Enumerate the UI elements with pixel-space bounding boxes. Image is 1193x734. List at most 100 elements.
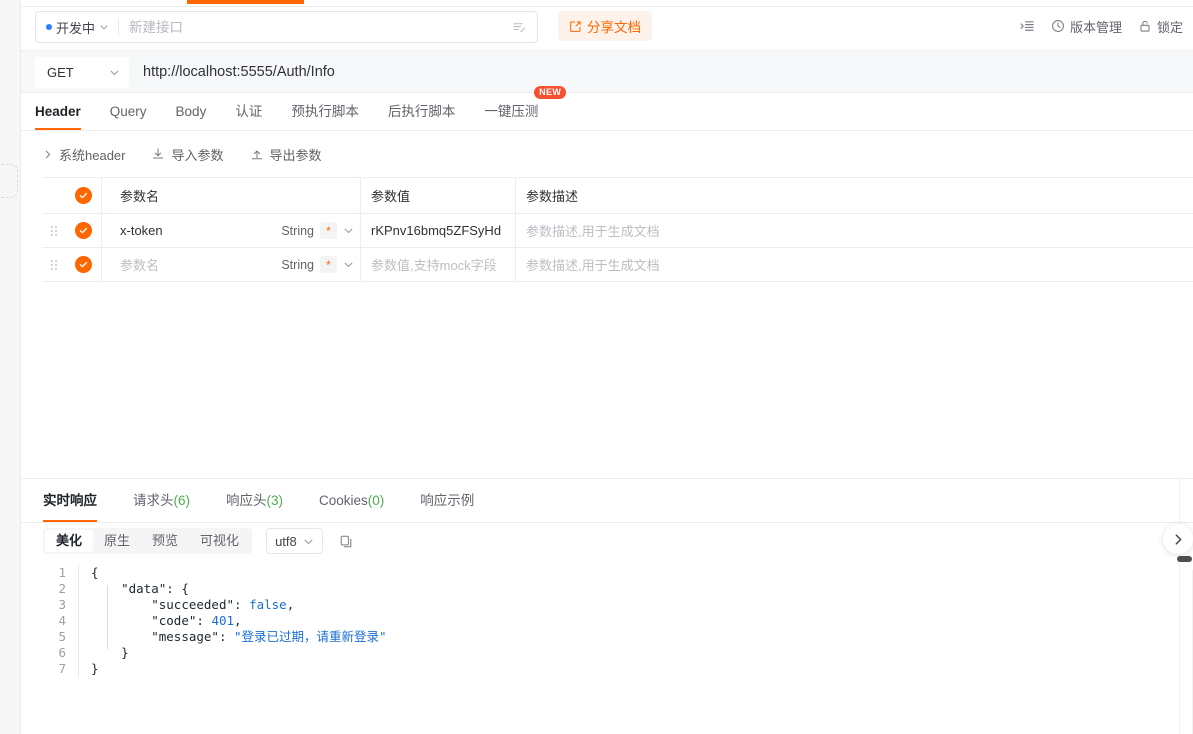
code-line: { (91, 565, 99, 580)
chevron-down-icon[interactable] (343, 225, 354, 236)
tab-header-label: Header (35, 104, 81, 119)
tab-response-headers-count: (3) (266, 493, 284, 508)
row-name-cell[interactable]: 参数名 String * (101, 248, 360, 281)
col-value-label: 参数值 (371, 189, 411, 204)
response-body-viewer[interactable]: 1 2 3 4 5 6 7 { "data": { "succeeded": f… (43, 565, 1179, 734)
select-all-cell (66, 187, 101, 204)
api-description-icon[interactable] (508, 20, 537, 35)
table-row: x-token String * rKPnv16bmq5ZFSyHd 参数描述,… (42, 214, 1193, 248)
request-url[interactable]: http://localhost:5555/Auth/Info (143, 51, 335, 94)
chevron-down-icon (304, 539, 313, 544)
chevron-down-icon (110, 70, 119, 76)
row-type-value: String (281, 257, 314, 272)
api-header: 开发中 分享文档 (21, 8, 1193, 50)
import-params-button[interactable]: 导入参数 (151, 145, 224, 164)
code-line: } (91, 645, 129, 660)
chevron-down-icon[interactable] (343, 259, 354, 270)
view-mode-preview[interactable]: 预览 (141, 530, 189, 552)
tab-cookies-count: (0) (367, 493, 385, 508)
system-header-label: 系统header (59, 147, 126, 163)
api-name-box: 开发中 (35, 11, 538, 43)
tab-realtime-response[interactable]: 实时响应 (43, 479, 97, 522)
share-doc-button[interactable]: 分享文档 (558, 11, 652, 41)
view-mode-group: 美化 原生 预览 可视化 (43, 528, 253, 554)
response-view-toolbar: 美化 原生 预览 可视化 utf8 (21, 523, 1193, 559)
version-manage-button[interactable]: 版本管理 (1051, 17, 1122, 36)
line-number: 6 (58, 645, 66, 660)
lock-button[interactable]: 锁定 (1138, 17, 1183, 36)
tab-response-headers[interactable]: 响应头(3) (226, 479, 283, 522)
row-desc-cell[interactable]: 参数描述,用于生成文档 (515, 248, 1193, 281)
chevron-down-icon (100, 25, 108, 30)
panel-layout-icon (1020, 20, 1034, 31)
line-number: 5 (58, 629, 66, 644)
api-status-select[interactable]: 开发中 (36, 12, 118, 42)
vertical-scrollbar-thumb[interactable] (1177, 556, 1192, 562)
export-params-button[interactable]: 导出参数 (250, 145, 322, 164)
tab-header[interactable]: Header (35, 93, 81, 130)
header-actions: 版本管理 锁定 (1020, 11, 1183, 41)
share-doc-label: 分享文档 (587, 20, 641, 35)
app-window: 开发中 分享文档 (0, 0, 1193, 734)
main-panel: 开发中 分享文档 (21, 0, 1193, 734)
next-panel-button[interactable] (1163, 524, 1193, 554)
row-select-cell (66, 256, 101, 273)
row-required-toggle[interactable]: * (320, 222, 337, 239)
line-numbers: 1 2 3 4 5 6 7 (43, 565, 79, 677)
active-tab-indicator[interactable] (187, 0, 304, 4)
rail-ghost-placeholder (0, 164, 18, 198)
new-badge: NEW (534, 86, 567, 99)
row-name-placeholder: 参数名 (120, 258, 160, 273)
row-value-cell[interactable]: rKPnv16bmq5ZFSyHd (360, 214, 515, 247)
api-name-input[interactable] (119, 12, 508, 42)
check-icon (79, 227, 88, 234)
tab-pre-script[interactable]: 预执行脚本 (291, 93, 359, 130)
tab-request-headers[interactable]: 请求头(6) (133, 479, 190, 522)
row-value-text: rKPnv16bmq5ZFSyHd (371, 223, 502, 238)
copy-icon (340, 535, 352, 547)
row-type-select[interactable]: String (281, 258, 314, 272)
drag-dots-icon (51, 259, 57, 270)
api-status-label: 开发中 (56, 20, 96, 36)
panel-toggle-button[interactable] (1020, 19, 1035, 34)
row-checkbox[interactable] (75, 256, 92, 273)
encoding-select[interactable]: utf8 (266, 528, 323, 554)
tab-cookies-label: Cookies (319, 493, 368, 508)
check-icon (79, 192, 88, 199)
tab-auth[interactable]: 认证 (235, 93, 262, 130)
export-params-label: 导出参数 (269, 147, 322, 163)
tab-query[interactable]: Query (110, 93, 147, 130)
tab-request-headers-label: 请求头 (133, 493, 174, 508)
tab-post-script-label: 后执行脚本 (387, 104, 456, 119)
row-name-cell[interactable]: x-token String * (101, 214, 360, 247)
row-type-select[interactable]: String (281, 224, 314, 238)
tab-auth-label: 认证 (235, 104, 263, 119)
row-drag-handle[interactable] (42, 259, 66, 270)
line-number: 3 (58, 597, 66, 612)
view-mode-raw[interactable]: 原生 (93, 530, 141, 552)
response-code: 1 2 3 4 5 6 7 { "data": { "succeeded": f… (43, 565, 1179, 677)
view-mode-beautify[interactable]: 美化 (45, 530, 94, 552)
line-number: 2 (58, 581, 66, 596)
select-all-checkbox[interactable] (75, 187, 92, 204)
view-mode-visual[interactable]: 可视化 (189, 530, 250, 552)
row-value-cell[interactable]: 参数值,支持mock字段 (360, 248, 515, 281)
tab-post-script[interactable]: 后执行脚本 (388, 93, 456, 130)
url-bar: GET http://localhost:5555/Auth/Info (21, 50, 1193, 93)
col-name-label: 参数名 (120, 189, 160, 204)
tab-query-label: Query (109, 104, 147, 119)
row-checkbox[interactable] (75, 222, 92, 239)
tab-response-example[interactable]: 响应示例 (420, 479, 474, 522)
tab-body[interactable]: Body (176, 93, 207, 130)
row-drag-handle[interactable] (42, 225, 66, 236)
tab-cookies[interactable]: Cookies(0) (319, 479, 384, 522)
row-desc-cell[interactable]: 参数描述,用于生成文档 (515, 214, 1193, 247)
response-section: 实时响应 请求头(6) 响应头(3) Cookies(0) 响应示例 美化 原生… (21, 478, 1193, 734)
system-header-toggle[interactable]: 系统header (43, 145, 125, 164)
copy-response-button[interactable] (339, 534, 354, 549)
import-icon (153, 148, 164, 159)
row-required-toggle[interactable]: * (320, 256, 337, 273)
http-method-select[interactable]: GET (35, 57, 129, 88)
tab-stress-test[interactable]: 一键压测 NEW (484, 86, 567, 130)
row-desc-placeholder: 参数描述,用于生成文档 (526, 258, 660, 273)
